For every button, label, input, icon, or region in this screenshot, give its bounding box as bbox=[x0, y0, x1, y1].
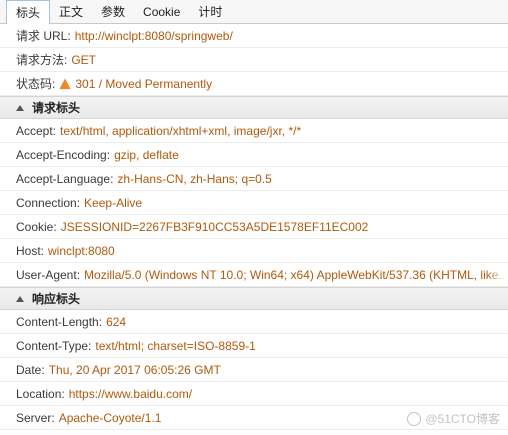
header-value: gzip, deflate bbox=[114, 147, 179, 162]
collapse-triangle-icon bbox=[16, 295, 24, 302]
response-header-row: Content-Type: text/html; charset=ISO-8859… bbox=[0, 334, 508, 358]
general-row-url: 请求 URL: http://winclpt:8080/springweb/ bbox=[0, 24, 508, 48]
tab-cookie[interactable]: Cookie bbox=[134, 0, 189, 23]
response-header-row: Content-Length: 624 bbox=[0, 310, 508, 334]
general-section: 请求 URL: http://winclpt:8080/springweb/ 请… bbox=[0, 24, 508, 96]
watermark-logo-icon bbox=[407, 411, 422, 426]
header-key: Content-Type: bbox=[16, 338, 92, 353]
header-value: zh-Hans-CN, zh-Hans; q=0.5 bbox=[117, 171, 272, 186]
request-header-row: Accept: text/html, application/xhtml+xml,… bbox=[0, 119, 508, 143]
tab-body[interactable]: 正文 bbox=[50, 0, 92, 23]
header-value: Mozilla/5.0 (Windows NT 10.0; Win64; x64… bbox=[84, 267, 508, 282]
header-value: Thu, 20 Apr 2017 06:05:26 GMT bbox=[48, 362, 221, 377]
header-value: GET bbox=[71, 52, 97, 67]
header-value: winclpt:8080 bbox=[48, 243, 115, 258]
header-value: 624 bbox=[106, 314, 127, 329]
header-key: Server: bbox=[16, 410, 55, 425]
tab-timing[interactable]: 计时 bbox=[189, 0, 231, 23]
general-row-method: 请求方法: GET bbox=[0, 48, 508, 72]
status-value: 301 / Moved Permanently bbox=[75, 76, 213, 91]
section-title: 请求标头 bbox=[32, 101, 81, 115]
warning-triangle-icon bbox=[59, 78, 71, 90]
request-header-row: Connection: Keep-Alive bbox=[0, 191, 508, 215]
header-value: Apache-Coyote/1.1 bbox=[58, 410, 162, 425]
overflow-fade bbox=[486, 263, 508, 286]
response-headers-toggle[interactable]: 响应标头 bbox=[0, 287, 508, 310]
request-header-row: Accept-Encoding: gzip, deflate bbox=[0, 143, 508, 167]
collapse-triangle-icon bbox=[16, 104, 24, 111]
header-key: 状态码: bbox=[16, 77, 56, 91]
tab-headers[interactable]: 标头 bbox=[6, 0, 51, 24]
header-key: Host: bbox=[16, 243, 45, 258]
general-row-status: 状态码: 301 / Moved Permanently bbox=[0, 72, 508, 96]
request-header-row: Accept-Language: zh-Hans-CN, zh-Hans; q=0… bbox=[0, 167, 508, 191]
header-key: 请求 URL: bbox=[16, 29, 71, 43]
header-value: text/html, application/xhtml+xml, image/… bbox=[60, 123, 302, 138]
request-header-row: User-Agent: Mozilla/5.0 (Windows NT 10.0;… bbox=[0, 263, 508, 287]
header-key: Location: bbox=[16, 386, 65, 401]
header-key: Connection: bbox=[16, 195, 81, 210]
section-title: 响应标头 bbox=[32, 292, 81, 306]
header-value: text/html; charset=ISO-8859-1 bbox=[95, 338, 256, 353]
request-headers-toggle[interactable]: 请求标头 bbox=[0, 96, 508, 119]
header-value: https://www.baidu.com/ bbox=[68, 386, 193, 401]
response-header-row: Location: https://www.baidu.com/ bbox=[0, 382, 508, 406]
request-header-row: Cookie: JSESSIONID=2267FB3F910CC53A5DE157… bbox=[0, 215, 508, 239]
tab-parameters[interactable]: 参数 bbox=[92, 0, 134, 23]
header-value: http://winclpt:8080/springweb/ bbox=[74, 28, 233, 43]
header-key: Content-Length: bbox=[16, 314, 103, 329]
tab-bar: 标头 正文 参数 Cookie 计时 bbox=[0, 0, 508, 24]
request-header-row: Host: winclpt:8080 bbox=[0, 239, 508, 263]
header-key: 请求方法: bbox=[16, 53, 68, 67]
header-key: User-Agent: bbox=[16, 267, 81, 282]
header-value: JSESSIONID=2267FB3F910CC53A5DE1578EF11EC… bbox=[60, 219, 369, 234]
header-key: Accept: bbox=[16, 123, 57, 138]
header-key: Accept-Language: bbox=[16, 171, 114, 186]
header-key: Cookie: bbox=[16, 219, 57, 234]
request-headers-list: Accept: text/html, application/xhtml+xml,… bbox=[0, 119, 508, 287]
header-key: Date: bbox=[16, 362, 45, 377]
header-key: Accept-Encoding: bbox=[16, 147, 111, 162]
watermark-text: @51CTO博客 bbox=[425, 412, 500, 426]
header-value: Keep-Alive bbox=[84, 195, 143, 210]
watermark: @51CTO博客 bbox=[407, 410, 500, 427]
response-header-row: Date: Thu, 20 Apr 2017 06:05:26 GMT bbox=[0, 358, 508, 382]
